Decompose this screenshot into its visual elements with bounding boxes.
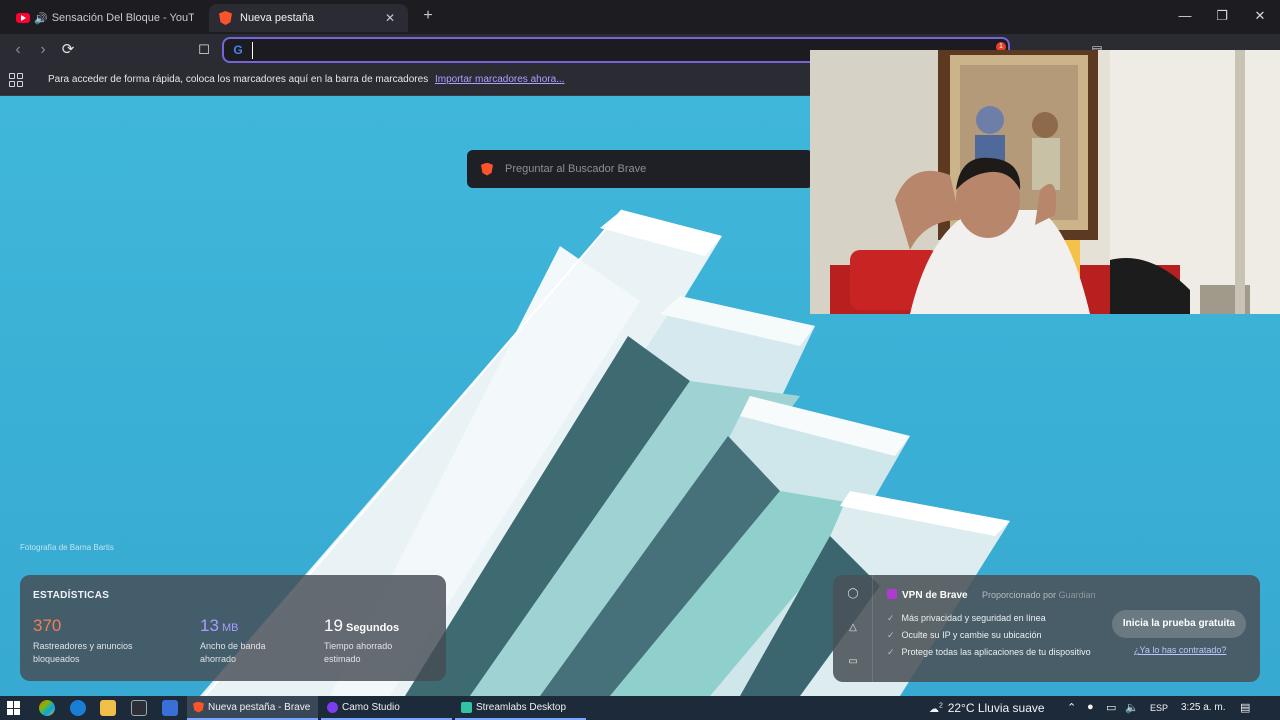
copilot-icon[interactable] — [39, 700, 55, 716]
weather-badge: 2 — [939, 702, 943, 710]
bookmark-icon[interactable]: ☐ — [194, 40, 214, 60]
volume-icon[interactable]: 🔈 — [1125, 701, 1139, 714]
stat-label: Ancho de banda ahorrado — [200, 641, 266, 664]
maximize-icon[interactable]: ❐ — [1210, 6, 1234, 26]
taskbar-app-label: Nueva pestaña - Brave — [208, 701, 311, 713]
already-subscribed-link[interactable]: ¿Ya lo has contratado? — [1134, 645, 1226, 655]
vpn-feature: ✓ Protege todas las aplicaciones de tu di… — [887, 647, 1091, 657]
taskbar-app-streamlabs[interactable]: Streamlabs Desktop — [455, 696, 586, 720]
notifications-icon[interactable]: ▤ — [1240, 701, 1250, 714]
stat-label: Rastreadores y anuncios bloqueados — [33, 641, 133, 664]
import-bookmarks-link[interactable]: Importar marcadores ahora... — [435, 74, 565, 85]
start-trial-button[interactable]: Inicia la prueba gratuita — [1112, 610, 1246, 638]
file-explorer-icon[interactable] — [100, 700, 116, 716]
brave-search-box[interactable]: Preguntar al Buscador Brave — [467, 150, 813, 188]
youtube-icon — [16, 13, 30, 23]
forward-icon[interactable]: › — [33, 40, 53, 60]
brave-icon — [481, 162, 493, 176]
windows-start-icon[interactable] — [7, 701, 21, 715]
weather-widget[interactable]: ☁2 22°C Lluvia suave — [929, 701, 1045, 715]
reload-icon[interactable]: ⟳ — [58, 40, 78, 60]
taskbar-app-label: Streamlabs Desktop — [476, 701, 567, 713]
new-tab-button[interactable]: + — [418, 6, 438, 26]
check-icon: ✓ — [887, 630, 895, 640]
speaker-icon[interactable]: 🔊 — [34, 12, 48, 25]
close-window-icon[interactable]: ✕ — [1248, 6, 1272, 26]
tab-title: Nueva pestaña — [240, 12, 314, 24]
vpn-title: VPN de Brave — [887, 589, 968, 601]
check-icon: ✓ — [887, 613, 895, 623]
edge-icon[interactable] — [70, 700, 86, 716]
bookmarks-hint-text: Para acceder de forma rápida, coloca los… — [48, 74, 429, 85]
tab-new-tab[interactable]: Nueva pestaña ✕ — [209, 4, 408, 32]
webcam-overlay — [810, 50, 1280, 314]
store-icon[interactable] — [131, 700, 147, 716]
apps-grid-icon[interactable] — [9, 73, 23, 87]
photo-credit[interactable]: Fotografía de Barna Bartis — [20, 543, 114, 552]
taskbar-app-label: Camo Studio — [342, 701, 400, 713]
guardian-logo: Guardian — [1058, 590, 1096, 600]
search-placeholder: Preguntar al Buscador Brave — [505, 163, 647, 175]
check-icon: ✓ — [887, 647, 895, 657]
stat-number: 370 — [33, 616, 62, 635]
brave-icon — [193, 701, 204, 713]
vpn-logo-icon — [887, 589, 897, 599]
stat-label: Tiempo ahorrado estimado — [324, 641, 393, 664]
brave-icon — [219, 11, 232, 25]
webcam-feed-image — [810, 50, 1280, 314]
chevron-up-icon[interactable]: ⌃ — [1067, 701, 1076, 714]
stat-bandwidth: 13 MB Ancho de banda ahorrado — [200, 616, 266, 666]
vpn-provided-by: Proporcionado por Guardian — [982, 590, 1096, 600]
stats-title: ESTADÍSTICAS — [33, 590, 110, 601]
network-icon[interactable]: ▭ — [1106, 701, 1116, 714]
stats-widget: ESTADÍSTICAS 370 Rastreadores y anuncios… — [20, 575, 446, 681]
mail-icon[interactable] — [162, 700, 178, 716]
weather-icon: ☁ — [929, 704, 939, 715]
close-tab-icon[interactable]: ✕ — [382, 11, 398, 25]
camo-icon — [327, 701, 338, 713]
minimize-icon[interactable]: — — [1173, 6, 1197, 26]
vpn-feature: ✓ Oculte su IP y cambie su ubicación — [887, 630, 1042, 640]
google-icon: G — [233, 43, 243, 57]
streamlabs-icon — [461, 701, 472, 713]
tab-title: Sensación Del Bloque - YouTube — [51, 12, 194, 24]
shield-icon[interactable]: ◯ — [846, 587, 860, 601]
back-icon[interactable]: ‹ — [8, 40, 28, 60]
vpn-feature: ✓ Más privacidad y seguridad en línea — [887, 613, 1046, 623]
language-indicator[interactable]: ESP — [1150, 703, 1168, 713]
warning-icon[interactable]: △ — [846, 621, 860, 635]
bookmarks-hint: Para acceder de forma rápida, coloca los… — [48, 74, 564, 85]
vpn-widget: ◯ △ ▭ VPN de Brave Proporcionado por Gua… — [833, 575, 1260, 682]
taskbar-app-camo[interactable]: Camo Studio — [321, 696, 452, 720]
tab-youtube[interactable]: 🔊 Sensación Del Bloque - YouTube — [6, 4, 204, 32]
stat-unit: MB — [218, 622, 239, 634]
stat-time: 19 Segundos Tiempo ahorrado estimado — [324, 616, 399, 666]
stat-number: 19 — [324, 616, 343, 635]
weather-text: 22°C Lluvia suave — [947, 701, 1045, 715]
stat-unit: Segundos — [342, 622, 400, 634]
clock[interactable]: 3:25 a. m. — [1181, 702, 1225, 713]
tab-strip: 🔊 Sensación Del Bloque - YouTube Nueva p… — [0, 0, 1280, 34]
stat-number: 13 — [200, 616, 219, 635]
taskbar-app-brave[interactable]: Nueva pestaña - Brave — [187, 696, 318, 720]
card-icon[interactable]: ▭ — [846, 655, 860, 669]
taskbar: Nueva pestaña - Brave Camo Studio Stream… — [0, 696, 1280, 720]
stat-trackers: 370 Rastreadores y anuncios bloqueados — [33, 616, 133, 666]
microphone-icon[interactable]: ● — [1087, 701, 1094, 713]
widget-sidebar: ◯ △ ▭ — [833, 575, 873, 682]
